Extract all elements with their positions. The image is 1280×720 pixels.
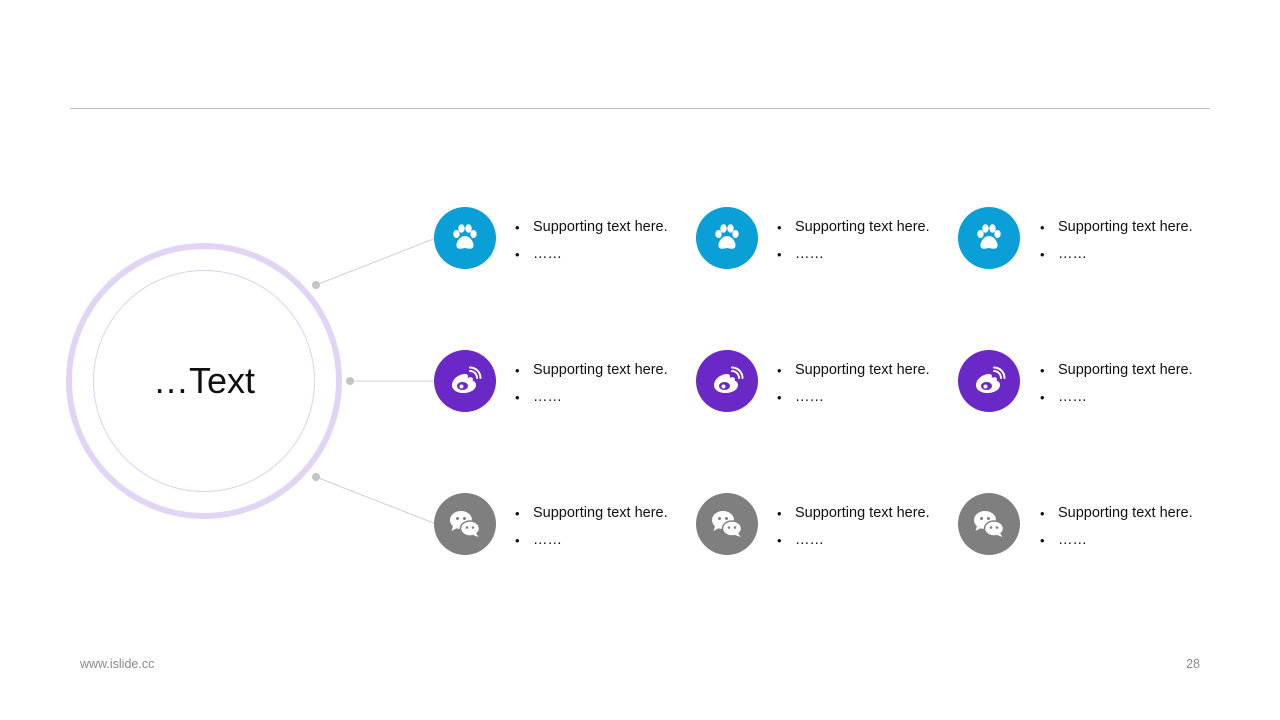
weibo-icon: [714, 366, 744, 393]
row2-col2-badge: [696, 350, 758, 412]
row1-col3-badge: [958, 207, 1020, 269]
bullet-line: Supporting text here.: [1040, 214, 1193, 241]
connector-dot-bottom: [312, 473, 320, 481]
bullet-line: Supporting text here.: [515, 357, 668, 384]
bullet-line: ……: [1040, 241, 1193, 268]
paw-icon: [715, 224, 739, 249]
bullet-line: ……: [1040, 527, 1193, 554]
bullet-line: Supporting text here.: [777, 214, 930, 241]
row3-col1-text: Supporting text here. ……: [515, 500, 668, 554]
wechat-icon: [712, 511, 743, 537]
bullet-line: ……: [777, 241, 930, 268]
paw-icon: [977, 224, 1001, 249]
row1-col1-text: Supporting text here. ……: [515, 214, 668, 268]
row3-col2-text: Supporting text here. ……: [777, 500, 930, 554]
bullet-line: ……: [777, 527, 930, 554]
bullet-line: Supporting text here.: [515, 500, 668, 527]
footer-website: www.islide.cc: [80, 657, 155, 671]
row1-col3-text: Supporting text here. ……: [1040, 214, 1193, 268]
bullet-line: Supporting text here.: [777, 357, 930, 384]
bullet-line: ……: [1040, 384, 1193, 411]
row3-col2-badge: [696, 493, 758, 555]
row3-col1-badge: [434, 493, 496, 555]
connector-dot-middle: [346, 377, 354, 385]
row2-col1-text: Supporting text here. ……: [515, 357, 668, 411]
bullet-line: Supporting text here.: [515, 214, 668, 241]
row1-col1-badge: [434, 207, 496, 269]
row2-col3-text: Supporting text here. ……: [1040, 357, 1193, 411]
row3-col3-text: Supporting text here. ……: [1040, 500, 1193, 554]
weibo-icon: [452, 366, 482, 393]
bullet-line: Supporting text here.: [1040, 357, 1193, 384]
page-number: 28: [1186, 657, 1200, 671]
bullet-line: ……: [777, 384, 930, 411]
row1-col2-badge: [696, 207, 758, 269]
bullet-line: Supporting text here.: [777, 500, 930, 527]
bullet-line: ……: [515, 527, 668, 554]
row3-col3-badge: [958, 493, 1020, 555]
bullet-line: Supporting text here.: [1040, 500, 1193, 527]
wechat-icon: [974, 511, 1005, 537]
weibo-icon: [976, 366, 1006, 393]
hub-label: …Text: [152, 360, 256, 401]
row2-col3-badge: [958, 350, 1020, 412]
bullet-line: ……: [515, 241, 668, 268]
row2-col2-text: Supporting text here. ……: [777, 357, 930, 411]
wechat-icon: [450, 511, 481, 537]
bullet-line: ……: [515, 384, 668, 411]
row1-col2-text: Supporting text here. ……: [777, 214, 930, 268]
paw-icon: [453, 224, 477, 249]
connector-dot-top: [312, 281, 320, 289]
row2-col1-badge: [434, 350, 496, 412]
